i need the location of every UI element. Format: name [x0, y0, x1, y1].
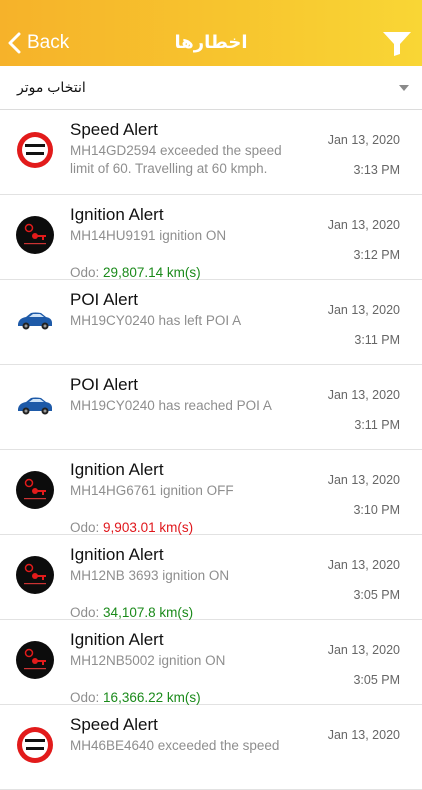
alert-title: Ignition Alert	[70, 460, 164, 479]
odometer-label: Odo:	[70, 265, 100, 280]
alert-date: Jan 13, 2020	[327, 473, 400, 487]
ignition-key-icon	[16, 216, 54, 254]
vehicle-selector-label: انتخاب موتر	[17, 79, 86, 95]
alert-date: Jan 13, 2020	[327, 558, 400, 572]
alert-message-line: MH14HG6761 ignition OFF	[70, 483, 234, 498]
odometer: Odo: 9,903.01 km(s)	[70, 520, 193, 535]
alert-title: Ignition Alert	[70, 205, 164, 224]
alert-title: Ignition Alert	[70, 630, 164, 649]
nav-bar: Back اخطارها	[0, 0, 422, 66]
alert-title: Ignition Alert	[70, 545, 164, 564]
alert-list: Speed Alert MH14GD2594 exceeded the speed…	[0, 110, 422, 790]
alert-message-line: MH19CY0240 has reached POI A	[70, 398, 272, 413]
alert-row[interactable]: Ignition Alert MH14HG6761 ignition OFF Odo…	[0, 450, 422, 535]
alert-time: 3:10 PM	[353, 503, 400, 517]
alert-title: POI Alert	[70, 375, 139, 394]
odometer: Odo: 29,807.14 km(s)	[70, 265, 201, 280]
ignition-key-icon	[16, 471, 54, 509]
alert-message-line: MH14HU9191 ignition ON	[70, 228, 227, 243]
odometer-label: Odo:	[70, 605, 100, 620]
odometer: Odo: 34,107.8 km(s)	[70, 605, 193, 620]
alert-message: MH14HU9191 ignition ON	[70, 227, 310, 245]
alert-date: Jan 13, 2020	[327, 303, 400, 317]
car-icon	[16, 301, 54, 339]
alert-time: 3:05 PM	[353, 588, 400, 602]
alert-time: 3:11 PM	[354, 418, 400, 432]
alert-row[interactable]: Speed Alert MH46BE4640 exceeded the speed…	[0, 705, 422, 790]
alert-message: MH19CY0240 has left POI A	[70, 312, 310, 330]
alert-row[interactable]: Ignition Alert MH12NB 3693 ignition ON Odo…	[0, 535, 422, 620]
speed-limit-icon	[16, 726, 54, 764]
alert-row[interactable]: Ignition Alert MH12NB5002 ignition ON Odo:…	[0, 620, 422, 705]
alert-date: Jan 13, 2020	[327, 643, 400, 657]
odometer: Odo: 16,366.22 km(s)	[70, 690, 201, 705]
alert-message-line: MH19CY0240 has left POI A	[70, 313, 242, 328]
alert-row[interactable]: POI Alert MH19CY0240 has reached POI A Jan…	[0, 365, 422, 450]
alert-message-line: MH46BE4640 exceeded the speed	[70, 738, 280, 753]
filter-icon[interactable]	[382, 31, 412, 57]
alert-message: MH19CY0240 has reached POI A	[70, 397, 310, 415]
odometer-label: Odo:	[70, 690, 100, 705]
alert-row[interactable]: Ignition Alert MH14HU9191 ignition ON Odo:…	[0, 195, 422, 280]
odometer-value: 29,807.14 km(s)	[103, 265, 201, 280]
speed-limit-icon	[16, 131, 54, 169]
alert-time: 3:11 PM	[354, 333, 400, 347]
alert-message-line: MH12NB 3693 ignition ON	[70, 568, 230, 583]
vehicle-selector[interactable]: انتخاب موتر	[0, 66, 422, 110]
odometer-value: 34,107.8 km(s)	[103, 605, 194, 620]
odometer-value: 9,903.01 km(s)	[103, 520, 194, 535]
alert-message: MH12NB 3693 ignition ON	[70, 567, 310, 585]
odometer-label: Odo:	[70, 520, 100, 535]
alert-message: MH14HG6761 ignition OFF	[70, 482, 310, 500]
dropdown-arrow-icon	[399, 85, 409, 91]
alert-date: Jan 13, 2020	[327, 218, 400, 232]
alert-message: MH14GD2594 exceeded the speed limit of 60…	[70, 142, 310, 178]
alert-time: 3:13 PM	[353, 163, 400, 177]
ignition-key-icon	[16, 556, 54, 594]
alert-message-line: limit of 60. Travelling at 60 kmph.	[70, 161, 268, 176]
alert-title: POI Alert	[70, 290, 139, 309]
alert-message: MH46BE4640 exceeded the speed	[70, 737, 310, 755]
alert-date: Jan 13, 2020	[327, 728, 400, 742]
alert-row[interactable]: Speed Alert MH14GD2594 exceeded the speed…	[0, 110, 422, 195]
alert-time: 3:05 PM	[353, 673, 400, 687]
ignition-key-icon	[16, 641, 54, 679]
alert-title: Speed Alert	[70, 120, 158, 139]
car-icon	[16, 386, 54, 424]
odometer-value: 16,366.22 km(s)	[103, 690, 201, 705]
alert-time: 3:12 PM	[353, 248, 400, 262]
page-title: اخطارها	[174, 32, 248, 52]
alert-message-line: MH12NB5002 ignition ON	[70, 653, 226, 668]
alert-message: MH12NB5002 ignition ON	[70, 652, 310, 670]
alert-title: Speed Alert	[70, 715, 158, 734]
alert-date: Jan 13, 2020	[327, 133, 400, 147]
alert-row[interactable]: POI Alert MH19CY0240 has left POI A Jan 13…	[0, 280, 422, 365]
alert-message-line: MH14GD2594 exceeded the speed	[70, 143, 282, 158]
alert-date: Jan 13, 2020	[327, 388, 400, 402]
